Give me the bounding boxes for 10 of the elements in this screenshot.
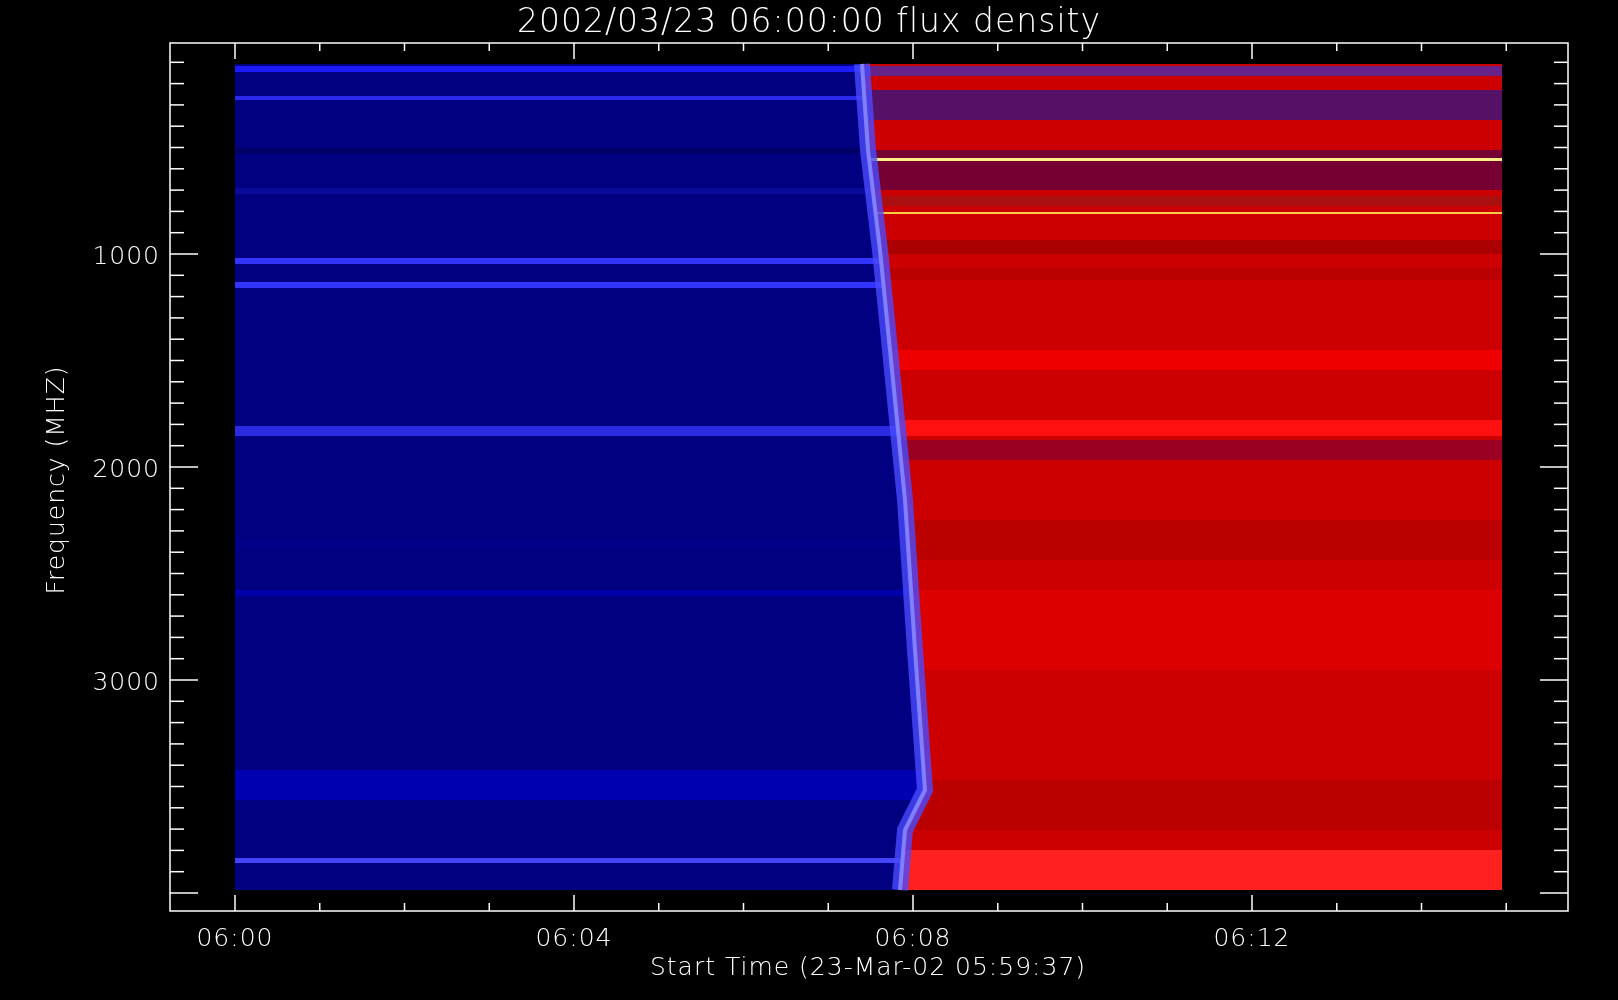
y-axis-label: Frequency (MHZ) xyxy=(41,365,70,595)
x-tick-label: 06:04 xyxy=(535,923,613,952)
chart-title: 2002/03/23 06:00:00 flux density xyxy=(516,1,1102,40)
y-tick-label: 3000 xyxy=(92,667,160,696)
y-tick-label: 1000 xyxy=(92,241,160,270)
x-tick-label: 06:12 xyxy=(1213,923,1291,952)
x-tick-label: 06:00 xyxy=(196,923,274,952)
y-tick-label: 2000 xyxy=(92,454,160,483)
x-tick-label: 06:08 xyxy=(874,923,952,952)
x-axis-label: Start Time (23-Mar-02 05:59:37) xyxy=(649,952,1087,981)
